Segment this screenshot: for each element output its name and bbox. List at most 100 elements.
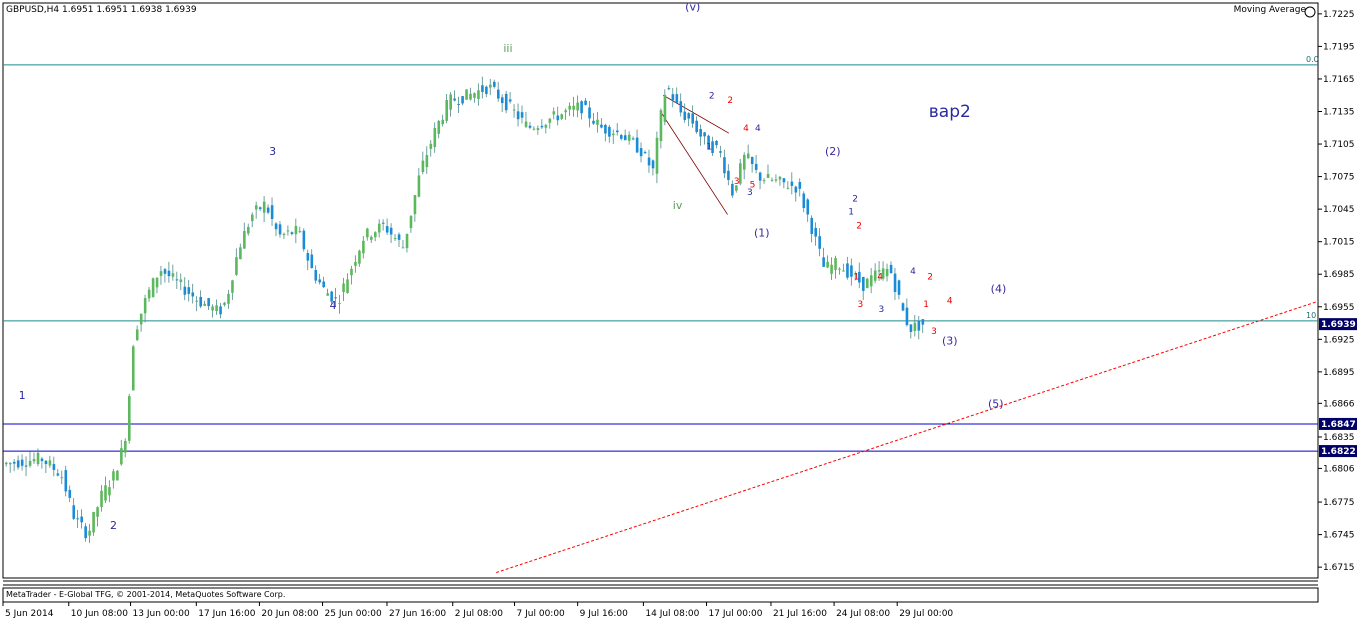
wave-label: 4	[877, 273, 883, 283]
candle	[409, 215, 413, 229]
wave-label: 3	[734, 177, 740, 187]
candle	[298, 231, 302, 233]
candle	[108, 487, 111, 496]
candle	[389, 227, 393, 235]
wave-label: (1)	[754, 226, 770, 239]
x-tick-label: 21 Jul 16:00	[773, 609, 827, 619]
candle	[584, 100, 587, 105]
y-tick-label: 1.7165	[1323, 75, 1355, 85]
candle	[865, 278, 869, 289]
candle	[520, 112, 524, 118]
candle	[60, 477, 64, 479]
candle	[92, 511, 95, 533]
candle	[524, 121, 528, 127]
candle	[366, 228, 369, 238]
wave-label: 2	[727, 96, 733, 106]
candle	[500, 97, 504, 104]
candle	[790, 181, 794, 186]
candle	[453, 98, 456, 101]
y-tick-label: 1.6835	[1323, 433, 1355, 443]
candle	[413, 195, 417, 215]
wave-label: (3)	[942, 335, 958, 348]
wave-label: 1	[19, 389, 26, 402]
copyright-text: MetaTrader - E-Global TFG, © 2001-2014, …	[6, 590, 286, 599]
candle	[326, 293, 329, 296]
candle	[616, 130, 619, 133]
candle	[425, 155, 429, 168]
candle	[612, 133, 615, 136]
candle	[100, 490, 103, 508]
x-tick-label: 13 Jun 00:00	[133, 609, 190, 619]
wave-label: 1	[923, 300, 929, 310]
candle	[877, 270, 881, 272]
candle	[608, 126, 611, 137]
candle	[56, 473, 60, 476]
candle	[179, 279, 183, 283]
candle	[691, 113, 695, 124]
candle	[306, 253, 310, 261]
y-tick-label: 1.6715	[1323, 563, 1355, 573]
candle	[370, 236, 373, 240]
candle	[687, 113, 691, 119]
candle	[703, 132, 706, 137]
candle	[750, 157, 754, 165]
candle	[373, 232, 377, 238]
candle	[362, 240, 365, 254]
candle	[762, 180, 766, 182]
candle	[655, 137, 659, 174]
y-tick-label: 1.6955	[1323, 303, 1355, 313]
candle	[385, 226, 389, 233]
candle	[433, 127, 437, 148]
y-tick-label: 1.7015	[1323, 238, 1355, 248]
candle	[421, 160, 425, 173]
candle	[207, 298, 210, 307]
y-tick-label: 1.6745	[1323, 531, 1355, 541]
candle	[806, 199, 810, 215]
candle	[147, 289, 151, 299]
x-tick-label: 17 Jun 16:00	[198, 609, 255, 619]
candle	[449, 94, 452, 110]
candle	[746, 153, 750, 159]
candle	[508, 99, 512, 102]
candle	[512, 109, 516, 111]
candle	[651, 160, 655, 169]
indicator-settings-icon[interactable]	[1304, 6, 1316, 18]
trend-line[interactable]	[495, 300, 1319, 574]
wave-label: 4	[910, 267, 916, 277]
wave-label: iv	[673, 199, 683, 212]
candle	[477, 90, 480, 99]
candle	[596, 119, 599, 125]
candle	[159, 271, 163, 276]
candle	[675, 94, 679, 103]
candle	[544, 124, 548, 128]
candle	[774, 179, 778, 181]
candle	[862, 276, 865, 291]
candle	[473, 93, 476, 98]
wave-label: (5)	[988, 398, 1004, 411]
x-tick-label: 14 Jul 08:00	[645, 609, 699, 619]
candle	[893, 273, 897, 292]
x-tick-label: 20 Jun 08:00	[261, 609, 318, 619]
candle	[532, 128, 536, 130]
candle	[52, 464, 56, 470]
candle	[199, 296, 203, 307]
candle	[44, 460, 48, 465]
candle	[465, 89, 468, 100]
candle	[778, 176, 782, 180]
candle	[719, 151, 722, 153]
price-chart[interactable]: 1.7225 1.7195 1.7165 1.7135 1.7105 1.7075 1.70…	[0, 0, 1358, 622]
candle	[905, 307, 909, 326]
wave-label: iii	[503, 42, 512, 55]
x-tick-label: 7 Jul 00:00	[517, 609, 566, 619]
candle	[897, 280, 901, 295]
candle	[143, 298, 147, 314]
wave-label: 3	[858, 300, 864, 310]
candle	[715, 140, 718, 146]
wave-label: 1	[848, 208, 854, 218]
wave-label: 4	[330, 299, 337, 312]
candle	[215, 305, 218, 312]
candle	[663, 94, 667, 122]
candle	[302, 230, 306, 250]
y-tick-label: 1.6895	[1323, 368, 1355, 378]
wave-label: 3	[269, 145, 276, 158]
